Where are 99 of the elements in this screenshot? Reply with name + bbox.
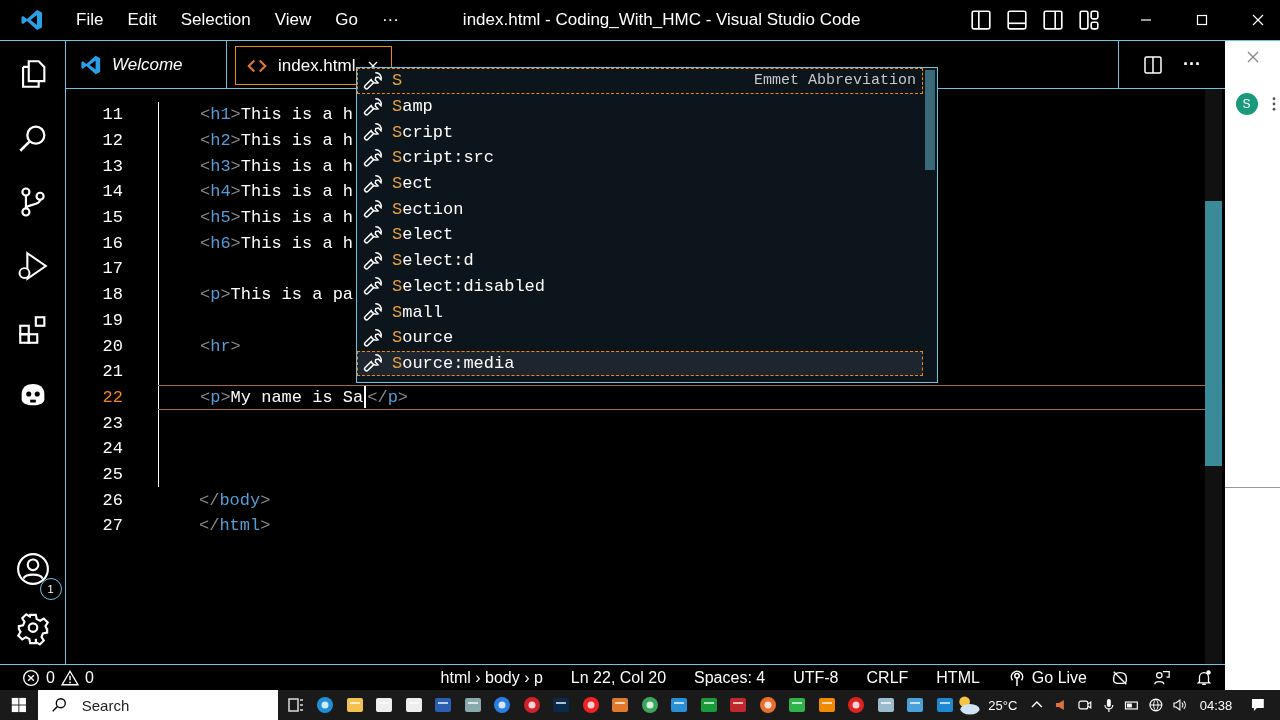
suggestion-detail: Emmet Abbreviation — [753, 72, 917, 90]
line-number: 17 — [101, 259, 123, 279]
code-line: </body> — [199, 490, 271, 510]
scrollbar[interactable] — [1205, 89, 1222, 664]
code-line: <h3>This is a h — [200, 156, 354, 176]
line-number: 16 — [101, 233, 123, 253]
wrench-icon — [362, 198, 384, 221]
code-line: <hr> — [200, 336, 241, 356]
code-line: <h2>This is a h — [200, 131, 354, 151]
split-editor-icon[interactable] — [1143, 54, 1163, 75]
line-number: 11 — [101, 105, 123, 125]
editor-tab[interactable]: Welcome — [66, 41, 227, 88]
customize-layout-icon[interactable] — [1078, 9, 1100, 31]
suggestion-item[interactable]: Small — [357, 299, 923, 325]
task-view-icon[interactable] — [285, 695, 306, 715]
suggestion-item[interactable]: Script — [357, 119, 923, 146]
suggestion-item[interactable]: Samp — [357, 93, 923, 120]
warning-icon[interactable] — [60, 668, 79, 687]
menu-item[interactable]: Go — [323, 10, 370, 30]
status-item[interactable]: CRLF — [866, 668, 909, 687]
camera-icon[interactable] — [1076, 697, 1093, 713]
kebab-menu-icon[interactable] — [1271, 97, 1276, 111]
line-number: 25 — [101, 464, 123, 484]
menu-item[interactable]: File — [64, 10, 116, 30]
vscode-logo-icon — [20, 8, 44, 32]
suggestion-item[interactable]: Select:d — [357, 247, 923, 274]
toggle-panel-icon[interactable] — [1006, 9, 1028, 31]
status-item[interactable]: Ln 22, Col 20 — [570, 668, 667, 687]
code-line: <h1>This is a h — [200, 105, 354, 125]
wrench-icon — [362, 146, 384, 169]
line-number: 13 — [101, 156, 123, 176]
line-number: 14 — [101, 182, 123, 202]
code-line: <h5>This is a h — [200, 208, 354, 228]
feedback-icon[interactable] — [1153, 668, 1171, 687]
settings-icon[interactable] — [15, 612, 50, 646]
menu-item[interactable]: Selection — [168, 10, 263, 30]
status-item[interactable]: UTF-8 — [793, 668, 839, 687]
wrench-icon — [362, 326, 384, 349]
line-number: 24 — [101, 439, 123, 459]
line-number: 15 — [101, 208, 123, 228]
line-number: 20 — [101, 336, 123, 356]
notification-badge: 1 — [39, 578, 62, 600]
wrench-icon — [362, 301, 384, 324]
line-number: 18 — [101, 285, 123, 305]
wrench-icon — [362, 249, 384, 272]
profile-avatar[interactable]: S — [1235, 93, 1258, 115]
code-line: </html> — [199, 516, 271, 536]
suggestion-item[interactable]: S Emmet Abbreviation — [357, 68, 923, 94]
globe-icon[interactable] — [1148, 697, 1164, 713]
search-field[interactable]: Search — [37, 690, 278, 720]
volume-icon[interactable] — [1172, 697, 1188, 713]
status-item[interactable]: HTML — [936, 668, 980, 687]
suggestion-item[interactable]: Script:src — [357, 145, 923, 171]
line-number: 19 — [101, 310, 123, 330]
windows-start-icon[interactable] — [10, 696, 28, 714]
line-number: 23 — [101, 413, 123, 433]
more-actions-button[interactable]: ··· — [1183, 54, 1201, 75]
suggestion-item[interactable]: Source:media — [357, 350, 923, 377]
line-number: 21 — [101, 362, 123, 382]
status-item[interactable]: Spaces: 4 — [694, 668, 766, 687]
code-line: <h4>This is a h — [200, 182, 354, 202]
line-number: 22 — [101, 387, 123, 407]
code-line: <p>This is a pa — [200, 285, 354, 305]
wrench-icon — [362, 352, 384, 375]
line-number: 27 — [101, 516, 123, 536]
suggestion-item[interactable]: Source — [357, 324, 923, 351]
suggestion-item[interactable]: Sect — [357, 170, 923, 197]
toggle-sidebar-icon[interactable] — [970, 9, 992, 31]
breadcrumb[interactable]: html › body › p — [440, 668, 543, 687]
menu-item[interactable]: Edit — [115, 10, 169, 30]
code-line: <p>My name is Sa </p> — [200, 386, 409, 409]
suggestion-item[interactable]: Section — [357, 196, 923, 223]
temperature[interactable]: 25°C — [988, 697, 1018, 713]
error-count[interactable]: 0 — [46, 668, 55, 687]
vscode-logo-icon — [80, 53, 102, 76]
clock[interactable]: 04:38 — [1199, 697, 1233, 713]
notification-center-icon[interactable] — [1250, 697, 1267, 713]
wrench-icon — [362, 121, 384, 144]
suggestion-item[interactable]: Select — [357, 222, 923, 248]
suggestion-item[interactable]: Select:disabled — [357, 273, 923, 300]
warning-count[interactable]: 0 — [84, 668, 94, 687]
line-number: 26 — [101, 490, 123, 510]
wrench-icon — [362, 69, 384, 92]
account-icon[interactable] — [15, 552, 50, 586]
window-title: index.html - Coding_With_HMC - Visual Studio Code — [462, 10, 861, 30]
error-icon[interactable] — [22, 668, 40, 687]
wrench-icon — [362, 172, 384, 195]
notifications-icon[interactable] — [1195, 668, 1213, 687]
wrench-icon — [362, 95, 384, 118]
search-icon — [49, 696, 68, 714]
wrench-icon — [362, 275, 384, 298]
code-line: <h6>This is a h — [200, 233, 354, 253]
toggle-secondary-sidebar-icon[interactable] — [1042, 9, 1064, 31]
scrollbar-thumb[interactable] — [925, 70, 935, 170]
menu-item[interactable]: View — [262, 10, 324, 30]
wrench-icon — [362, 223, 384, 246]
menu-item[interactable]: ··· — [369, 10, 411, 30]
line-number: 12 — [101, 131, 123, 151]
go-live-button[interactable]: Go Live — [1007, 668, 1087, 687]
